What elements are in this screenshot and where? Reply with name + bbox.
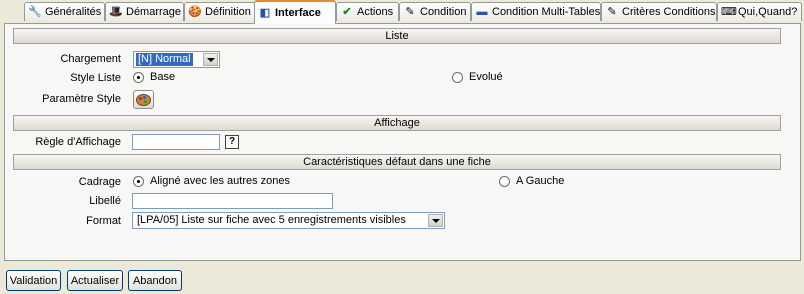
radio-unselected-icon [452,71,463,83]
help-button[interactable]: ? [225,135,239,149]
section-affichage: Affichage [13,115,781,131]
tab-label: Interface [275,7,321,19]
parametre-style-button[interactable] [133,90,154,109]
chargement-select[interactable]: [N] Normal [133,51,220,68]
interface-icon: ◧ [259,7,271,19]
tab-label: Définition [205,6,251,18]
style-liste-radio-evolue[interactable]: Evolué [452,71,503,83]
radio-selected-icon [133,71,144,83]
radio-label: Aligné avec les autres zones [150,175,291,187]
chevron-down-icon[interactable] [428,214,443,227]
parametre-style-label: Paramètre Style [42,93,121,105]
tab-generalites[interactable]: 🔧 Généralités [24,2,105,21]
radio-selected-icon [133,175,144,187]
cadrage-radio-a-gauche[interactable]: A Gauche [499,175,564,187]
table-icon: ▬ [476,6,488,18]
format-value: [LPA/05] Liste sur fiche avec 5 enregist… [137,214,406,226]
cookie-icon: 🍪 [188,6,202,18]
palette-icon [136,93,151,106]
tab-label: Critères Conditions [622,6,716,18]
tab-condition-multi-tables[interactable]: ▬ Condition Multi-Tables [471,2,601,21]
tab-condition[interactable]: ✎ Condition [399,2,471,21]
section-caracteristiques: Caractéristiques défaut dans une fiche [13,154,781,170]
libelle-input[interactable] [132,193,333,209]
tab-label: Actions [357,6,394,18]
radio-unselected-icon [499,175,510,187]
tab-strip: 🔧 Généralités 🎩 Démarrage 🍪 Définition ◧… [4,0,804,24]
actualiser-button[interactable]: Actualiser [67,270,123,291]
cadrage-radio-aligne[interactable]: Aligné avec les autres zones [133,175,290,187]
regle-affichage-input[interactable] [132,134,220,150]
validation-button[interactable]: Validation [6,270,61,291]
format-select[interactable]: [LPA/05] Liste sur fiche avec 5 enregist… [132,212,445,229]
interface-panel: Liste Chargement [N] Normal Style Liste … [4,23,801,261]
radio-label: Base [150,71,176,83]
wrench-icon: 🔧 [28,6,42,18]
cadrage-label: Cadrage [78,176,121,188]
chargement-label: Chargement [60,53,121,65]
section-liste: Liste [13,28,781,44]
edit-icon: ✎ [607,6,617,18]
tab-actions[interactable]: ✔ Actions [336,2,399,21]
style-liste-label: Style Liste [70,72,121,84]
tab-demarrage[interactable]: 🎩 Démarrage [105,2,184,21]
edit-icon: ✎ [405,6,415,18]
libelle-label: Libellé [89,195,121,207]
regle-affichage-label: Règle d'Affichage [35,136,121,148]
tab-criteres-conditions[interactable]: ✎ Critères Conditions [601,2,717,21]
radio-label: A Gauche [516,175,565,187]
chevron-down-icon[interactable] [203,53,218,66]
radio-label: Evolué [469,71,503,83]
tab-qui-quand[interactable]: ⌨ Qui,Quand? [717,2,802,21]
format-label: Format [86,215,121,227]
tab-interface[interactable]: ◧ Interface [254,0,336,24]
tab-label: Qui,Quand? [738,6,798,18]
tab-label: Généralités [45,6,102,18]
chargement-value: [N] Normal [136,53,193,66]
keyboard-icon: ⌨ [721,6,737,18]
abandon-button[interactable]: Abandon [128,270,182,291]
tab-label: Démarrage [126,6,182,18]
tab-label: Condition [420,6,467,18]
tab-definition[interactable]: 🍪 Définition [184,2,256,21]
check-icon: ✔ [342,6,352,18]
hat-icon: 🎩 [109,6,123,18]
tab-label: Condition Multi-Tables [492,6,601,18]
style-liste-radio-base[interactable]: Base [133,71,175,83]
